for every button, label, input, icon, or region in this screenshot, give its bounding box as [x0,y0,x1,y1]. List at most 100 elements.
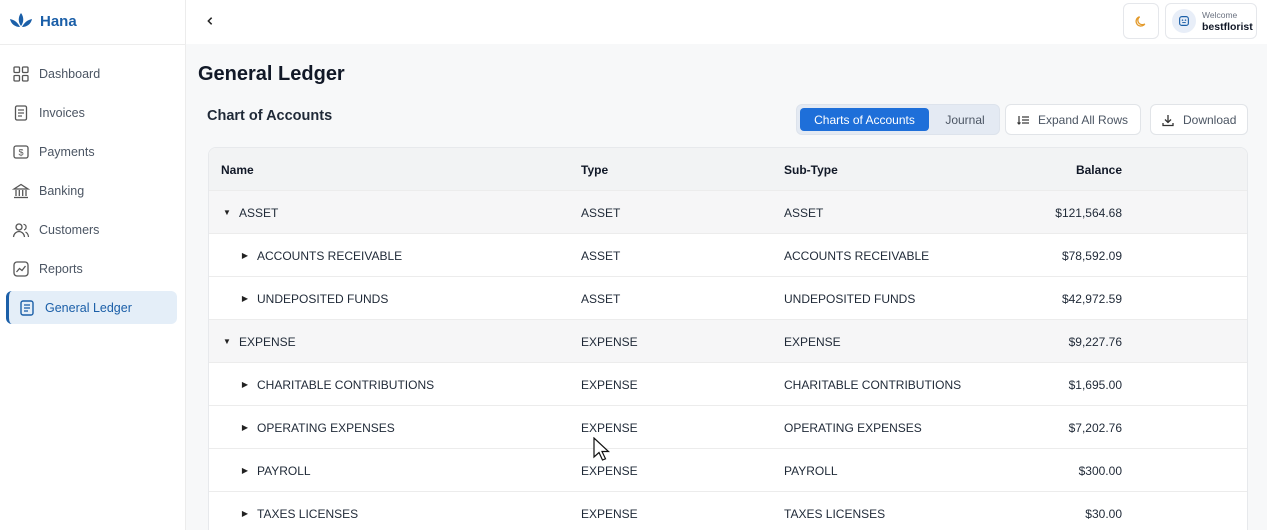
sidebar-item-general-ledger[interactable]: General Ledger [6,291,177,324]
sidebar-item-payments[interactable]: $ Payments [6,135,177,168]
table-row[interactable]: ▶ TAXES LICENSES EXPENSE TAXES LICENSES $… [209,492,1247,530]
bank-icon [12,182,30,200]
top-bar: Welcome bestflorist [186,0,1267,44]
account-type: EXPENSE [581,334,638,349]
caret-down-icon[interactable]: ▼ [221,337,233,346]
expand-all-rows-button[interactable]: Expand All Rows [1005,104,1141,135]
welcome-label: Welcome [1202,10,1238,20]
account-name: ACCOUNTS RECEIVABLE [257,248,403,263]
sidebar-item-customers[interactable]: Customers [6,213,177,246]
app-name: Hana [40,12,77,30]
account-sub-type: TAXES LICENSES [784,506,886,521]
sidebar-item-label: Customers [39,222,100,237]
chevron-left-icon [207,17,213,25]
account-sub-type: OPERATING EXPENSES [784,420,922,435]
column-header-name[interactable]: Name [221,148,254,191]
sidebar-item-label: Banking [39,183,85,198]
table-row[interactable]: ▼ EXPENSE EXPENSE EXPENSE $9,227.76 [209,320,1247,363]
document-icon [12,104,30,122]
account-balance: $7,202.76 [1068,420,1122,435]
caret-down-icon[interactable]: ▼ [221,208,233,217]
sidebar-item-banking[interactable]: Banking [6,174,177,207]
download-label: Download [1183,112,1237,127]
sidebar: Hana Dashboard Invoices $ Payments Banki… [0,0,186,530]
user-avatar-icon [1179,16,1189,26]
tab-charts-of-accounts[interactable]: Charts of Accounts [800,108,929,131]
account-type: ASSET [581,205,621,220]
expand-all-rows-label: Expand All Rows [1038,112,1129,127]
sidebar-item-label: Reports [39,261,83,276]
main-content: General Ledger Chart of Accounts Charts … [186,44,1267,530]
account-type: ASSET [581,291,621,306]
sidebar-item-invoices[interactable]: Invoices [6,96,177,129]
tab-journal[interactable]: Journal [933,108,997,131]
account-sub-type: ASSET [784,205,824,220]
account-balance: $121,564.68 [1055,205,1122,220]
sort-list-icon [1017,115,1029,125]
table-row[interactable]: ▶ PAYROLL EXPENSE PAYROLL $300.00 [209,449,1247,492]
account-balance: $30.00 [1085,506,1122,521]
sidebar-item-label: General Ledger [45,300,132,315]
username: bestflorist [1202,21,1253,33]
table-row[interactable]: ▶ UNDEPOSITED FUNDS ASSET UNDEPOSITED FUN… [209,277,1247,320]
account-balance: $1,695.00 [1068,377,1122,392]
caret-right-icon[interactable]: ▶ [239,251,251,260]
account-balance: $300.00 [1078,463,1122,478]
account-type: ASSET [581,248,621,263]
caret-right-icon[interactable]: ▶ [239,509,251,518]
svg-text:$: $ [18,147,23,157]
account-name: ASSET [239,205,279,220]
grid-icon [12,65,30,83]
caret-right-icon[interactable]: ▶ [239,294,251,303]
caret-right-icon[interactable]: ▶ [239,466,251,475]
download-icon [1162,114,1174,126]
account-sub-type: PAYROLL [784,463,838,478]
app-logo[interactable]: Hana [8,11,77,31]
account-sub-type: ACCOUNTS RECEIVABLE [784,248,930,263]
account-type: EXPENSE [581,377,638,392]
ledger-icon [18,299,36,317]
mouse-pointer-icon [593,437,611,461]
section-title: Chart of Accounts [207,108,333,124]
account-name: EXPENSE [239,334,296,349]
sidebar-item-dashboard[interactable]: Dashboard [6,57,177,90]
sidebar-item-label: Payments [39,144,95,159]
lotus-logo-icon [10,13,32,27]
table-row[interactable]: ▼ ASSET ASSET ASSET $121,564.68 [209,191,1247,234]
account-name: UNDEPOSITED FUNDS [257,291,389,306]
users-icon [12,221,30,239]
chart-of-accounts-table: Name Type Sub-Type Balance ▼ ASSET ASSET … [208,147,1248,530]
account-type: EXPENSE [581,506,638,521]
table-header-row: Name Type Sub-Type Balance [209,148,1247,191]
account-name: PAYROLL [257,463,311,478]
moon-icon [1134,15,1145,27]
user-menu[interactable]: Welcome bestflorist [1165,3,1257,39]
column-header-balance[interactable]: Balance [1076,148,1122,191]
page-title: General Ledger [198,63,345,85]
column-header-type[interactable]: Type [581,148,608,191]
table-row[interactable]: ▶ OPERATING EXPENSES EXPENSE OPERATING EX… [209,406,1247,449]
collapse-sidebar-button[interactable] [204,12,216,30]
table-row[interactable]: ▶ CHARITABLE CONTRIBUTIONS EXPENSE CHARIT… [209,363,1247,406]
account-name: OPERATING EXPENSES [257,420,395,435]
sidebar-item-label: Invoices [39,105,85,120]
avatar [1172,9,1196,33]
caret-right-icon[interactable]: ▶ [239,380,251,389]
account-balance: $9,227.76 [1068,334,1122,349]
sidebar-divider [0,44,186,45]
caret-right-icon[interactable]: ▶ [239,423,251,432]
view-toggle: Charts of Accounts Journal [796,104,1000,135]
download-button[interactable]: Download [1150,104,1248,135]
theme-toggle-button[interactable] [1123,3,1159,39]
dollar-icon: $ [12,143,30,161]
account-sub-type: UNDEPOSITED FUNDS [784,291,916,306]
column-header-sub-type[interactable]: Sub-Type [784,148,838,191]
sidebar-item-reports[interactable]: Reports [6,252,177,285]
chart-line-icon [12,260,30,278]
account-name: TAXES LICENSES [257,506,359,521]
account-name: CHARITABLE CONTRIBUTIONS [257,377,435,392]
table-row[interactable]: ▶ ACCOUNTS RECEIVABLE ASSET ACCOUNTS RECE… [209,234,1247,277]
sidebar-item-label: Dashboard [39,66,101,81]
account-sub-type: CHARITABLE CONTRIBUTIONS [784,377,962,392]
account-balance: $42,972.59 [1061,291,1122,306]
